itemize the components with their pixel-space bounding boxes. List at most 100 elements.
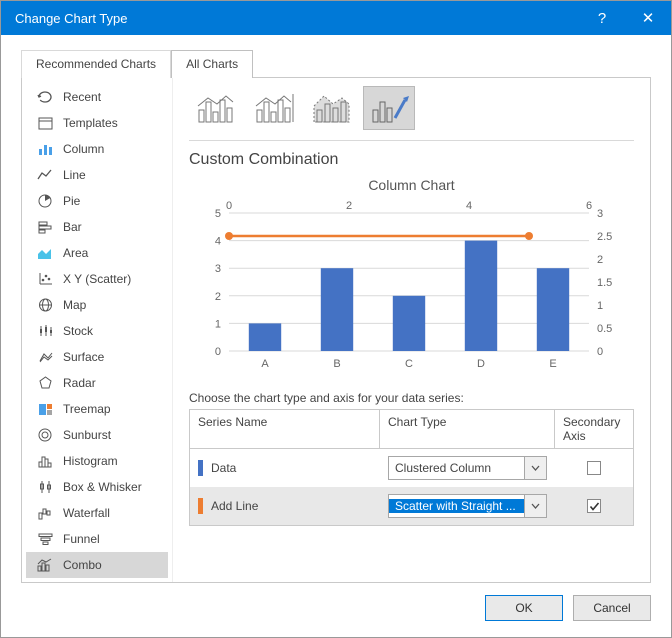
sidebar-item-label: Radar — [63, 376, 96, 390]
series-swatch — [198, 460, 203, 476]
sidebar-item-label: Box & Whisker — [63, 480, 142, 494]
svg-text:6: 6 — [586, 200, 592, 212]
titlebar: Change Chart Type ? ✕ — [1, 1, 671, 35]
header-secondary-axis: Secondary Axis — [555, 410, 633, 448]
svg-text:E: E — [549, 358, 556, 370]
chart-category-sidebar: Recent Templates Column Line Pie Bar — [22, 78, 172, 582]
cancel-button[interactable]: Cancel — [573, 595, 651, 621]
sidebar-item-label: Bar — [63, 220, 82, 234]
sidebar-item-bar[interactable]: Bar — [26, 214, 168, 240]
svg-text:4: 4 — [215, 236, 221, 248]
svg-text:0.5: 0.5 — [597, 323, 612, 335]
sidebar-item-funnel[interactable]: Funnel — [26, 526, 168, 552]
help-button[interactable]: ? — [579, 1, 625, 35]
secondary-axis-checkbox-data[interactable] — [587, 461, 601, 475]
series-swatch — [198, 498, 203, 514]
chart-type-dropdown-data[interactable]: Clustered Column — [388, 456, 547, 480]
stock-icon — [36, 323, 54, 339]
sidebar-item-label: Map — [63, 298, 86, 312]
line-icon — [36, 167, 54, 183]
svg-text:3: 3 — [597, 208, 603, 220]
svg-text:4: 4 — [466, 200, 472, 212]
series-instruction: Choose the chart type and axis for your … — [189, 391, 634, 405]
sidebar-item-label: Treemap — [63, 402, 111, 416]
sidebar-item-histogram[interactable]: Histogram — [26, 448, 168, 474]
svg-text:0: 0 — [226, 200, 232, 212]
scatter-icon — [36, 271, 54, 287]
histogram-icon — [36, 453, 54, 469]
tab-strip: Recommended Charts All Charts — [1, 35, 671, 77]
funnel-icon — [36, 531, 54, 547]
sidebar-item-column[interactable]: Column — [26, 136, 168, 162]
change-chart-type-dialog: Change Chart Type ? ✕ Recommended Charts… — [0, 0, 672, 638]
section-title: Custom Combination — [189, 151, 634, 169]
svg-text:A: A — [261, 358, 269, 370]
sidebar-item-recent[interactable]: Recent — [26, 84, 168, 110]
treemap-icon — [36, 401, 54, 417]
waterfall-icon — [36, 505, 54, 521]
sidebar-item-pie[interactable]: Pie — [26, 188, 168, 214]
chart-type-dropdown-add-line[interactable]: Scatter with Straight ... — [388, 494, 547, 518]
sidebar-item-box-whisker[interactable]: Box & Whisker — [26, 474, 168, 500]
svg-text:3: 3 — [215, 263, 221, 275]
close-button[interactable]: ✕ — [625, 1, 671, 35]
column-icon — [36, 141, 54, 157]
series-row-add-line[interactable]: Add Line Scatter with Straight ... — [190, 487, 633, 525]
sidebar-item-radar[interactable]: Radar — [26, 370, 168, 396]
combo-subtype-stacked-area[interactable] — [305, 86, 357, 130]
sidebar-item-label: Pie — [63, 194, 80, 208]
sidebar-item-label: Stock — [63, 324, 93, 338]
sidebar-item-scatter[interactable]: X Y (Scatter) — [26, 266, 168, 292]
svg-text:2: 2 — [597, 254, 603, 266]
chart-title: Column Chart — [189, 177, 634, 193]
svg-text:1: 1 — [215, 318, 221, 330]
bar-icon — [36, 219, 54, 235]
tab-recommended-charts[interactable]: Recommended Charts — [21, 50, 171, 78]
series-table-header: Series Name Chart Type Secondary Axis — [190, 410, 633, 449]
tab-all-charts[interactable]: All Charts — [171, 50, 253, 78]
svg-text:1: 1 — [597, 300, 603, 312]
sidebar-item-stock[interactable]: Stock — [26, 318, 168, 344]
sunburst-icon — [36, 427, 54, 443]
combo-subtype-clustered-line-secondary[interactable] — [247, 86, 299, 130]
window-title: Change Chart Type — [15, 11, 128, 26]
svg-text:1.5: 1.5 — [597, 277, 612, 289]
svg-text:2: 2 — [215, 291, 221, 303]
combo-subtype-custom[interactable] — [363, 86, 415, 130]
sidebar-item-waterfall[interactable]: Waterfall — [26, 500, 168, 526]
svg-text:0: 0 — [597, 346, 603, 358]
combo-subtype-clustered-line[interactable] — [189, 86, 241, 130]
svg-text:2.5: 2.5 — [597, 231, 612, 243]
svg-text:5: 5 — [215, 208, 221, 220]
series-table: Series Name Chart Type Secondary Axis Da… — [189, 409, 634, 526]
series-name: Data — [211, 461, 236, 475]
sidebar-item-sunburst[interactable]: Sunburst — [26, 422, 168, 448]
ok-button[interactable]: OK — [485, 595, 563, 621]
chart-preview: Column Chart 01234500.511.522.530246ABCD… — [189, 177, 634, 377]
map-icon — [36, 297, 54, 313]
sidebar-item-label: Recent — [63, 90, 101, 104]
header-series-name: Series Name — [190, 410, 380, 448]
check-icon — [589, 501, 600, 512]
sidebar-item-treemap[interactable]: Treemap — [26, 396, 168, 422]
secondary-axis-checkbox-add-line[interactable] — [587, 499, 601, 513]
recent-icon — [36, 89, 54, 105]
sidebar-item-combo[interactable]: Combo — [26, 552, 168, 578]
sidebar-item-label: Templates — [63, 116, 118, 130]
sidebar-item-label: Combo — [63, 558, 102, 572]
svg-text:0: 0 — [215, 346, 221, 358]
box-whisker-icon — [36, 479, 54, 495]
dialog-body: Recent Templates Column Line Pie Bar — [21, 77, 651, 583]
header-chart-type: Chart Type — [380, 410, 555, 448]
series-name: Add Line — [211, 499, 258, 513]
svg-text:D: D — [477, 358, 485, 370]
main-panel: Custom Combination Column Chart 01234500… — [172, 78, 650, 582]
sidebar-item-surface[interactable]: Surface — [26, 344, 168, 370]
sidebar-item-area[interactable]: Area — [26, 240, 168, 266]
sidebar-item-map[interactable]: Map — [26, 292, 168, 318]
sidebar-item-templates[interactable]: Templates — [26, 110, 168, 136]
templates-icon — [36, 115, 54, 131]
svg-text:C: C — [405, 358, 413, 370]
series-row-data[interactable]: Data Clustered Column — [190, 449, 633, 487]
sidebar-item-line[interactable]: Line — [26, 162, 168, 188]
